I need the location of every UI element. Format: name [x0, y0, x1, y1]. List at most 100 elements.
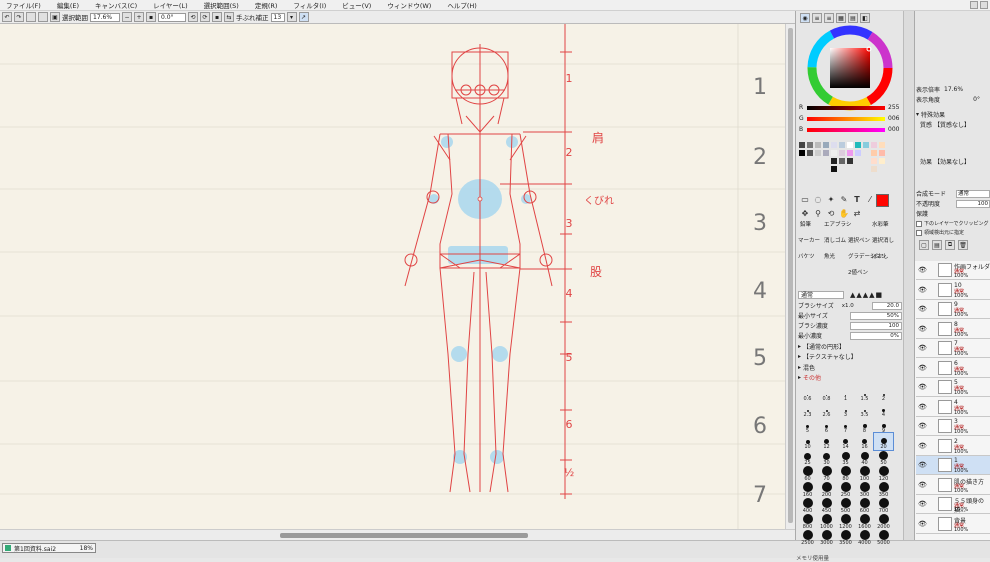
brush-size-preset[interactable]: 3500 [836, 529, 855, 546]
brush-size-preset[interactable]: 4000 [855, 529, 874, 546]
brush-size-preset[interactable]: 1600 [855, 513, 874, 530]
layer-row[interactable]: 👁 7 通常 100% [916, 339, 990, 358]
close-button[interactable] [980, 1, 988, 9]
source-row[interactable]: 領域検出元に指定 [916, 228, 990, 237]
invert-selection-icon[interactable] [38, 12, 48, 22]
brush-size-preset[interactable]: 25 [798, 449, 817, 466]
other-label[interactable]: その他 [803, 373, 821, 382]
visibility-eye-icon[interactable]: 👁 [918, 383, 927, 391]
brush-size-multiplier[interactable]: x1.0 [842, 303, 854, 309]
brush-size-preset[interactable]: 12 [817, 433, 836, 450]
visibility-eye-icon[interactable]: 👁 [918, 364, 927, 372]
rotation-field[interactable]: 0.0° [158, 12, 186, 22]
visibility-eye-icon[interactable]: 👁 [918, 442, 927, 450]
horizontal-scroll-thumb[interactable] [280, 533, 528, 538]
zoom-in-icon[interactable]: + [134, 12, 144, 22]
menu-edit[interactable]: 編集(E) [57, 0, 79, 10]
layer-texture-value[interactable]: 【質感なし】 [934, 120, 970, 129]
red-value[interactable]: 255 [888, 104, 899, 111]
horizontal-scrollbar[interactable] [0, 529, 795, 540]
clip-label[interactable]: 下のレイヤーでクリッピング [924, 220, 989, 227]
minimize-button[interactable] [970, 1, 978, 9]
brush-tool-grid[interactable]: 鉛筆 エアブラシ 水彩筆 マーカー 消しゴム 選択ペン 選択消し バケツ 魚光 … [798, 220, 896, 286]
brush-size-preset[interactable]: 200 [817, 481, 836, 498]
brush-size-preset[interactable]: 100 [855, 465, 874, 482]
flip-horizontal-icon[interactable]: ⇆ [224, 12, 234, 22]
brush-shape-label[interactable]: 【通常の円形】 [803, 342, 845, 351]
layer-row[interactable]: 👁 1 通常 100% [916, 456, 990, 475]
brush-size-preset[interactable]: 6 [817, 417, 836, 434]
tool-glow[interactable]: 魚光 [824, 252, 835, 260]
red-slider[interactable] [807, 105, 885, 110]
texture-row[interactable]: ▸ 【テクスチャなし】 [798, 352, 902, 361]
panel-divider[interactable] [903, 11, 914, 540]
display-zoom-value[interactable]: 17.6% [944, 86, 963, 93]
density-value[interactable]: 100 [850, 321, 902, 330]
layer-row[interactable]: 👁 10 通常 100% [916, 280, 990, 300]
brush-size-preset[interactable]: 50 [874, 449, 893, 466]
visibility-eye-icon[interactable]: 👁 [918, 266, 927, 274]
brush-size-preset[interactable]: 250 [836, 481, 855, 498]
layer-row[interactable]: 👁 8 通常 100% [916, 319, 990, 339]
layer-row[interactable]: 👁 4 通常 100% [916, 397, 990, 417]
pressure-toggle-icon[interactable]: ↗ [298, 12, 309, 22]
brush-size-preset[interactable]: 400 [798, 497, 817, 514]
brush-size-preset[interactable]: 350 [874, 481, 893, 498]
visibility-eye-icon[interactable]: 👁 [918, 520, 927, 528]
layer-blend-value[interactable]: 通常 [956, 189, 990, 198]
scratchpad-mode-icon[interactable]: ▤ [848, 13, 858, 23]
menu-help[interactable]: ヘルプ(H) [447, 0, 476, 10]
layer-opacity-value[interactable]: 100 [956, 199, 990, 208]
tool-bucket[interactable]: バケツ [798, 252, 815, 260]
tool-select-pen[interactable]: 選択ペン [848, 236, 870, 244]
brush-size-preset[interactable]: 700 [874, 497, 893, 514]
vertical-scrollbar[interactable] [785, 24, 795, 529]
brush-size-preset[interactable]: 7 [836, 417, 855, 434]
visibility-eye-icon[interactable]: 👁 [918, 344, 927, 352]
brush-size-preset[interactable]: 8 [855, 417, 874, 434]
visibility-eye-icon[interactable]: 👁 [918, 286, 927, 294]
vertical-scroll-thumb[interactable] [788, 28, 793, 523]
brush-size-preset[interactable]: 3.5 [855, 401, 874, 418]
menu-view[interactable]: ビュー(V) [342, 0, 371, 10]
tool-airbrush[interactable]: エアブラシ [824, 220, 851, 228]
layer-row[interactable]: 👁 3 通常 100% [916, 417, 990, 436]
menu-canvas[interactable]: キャンバス(C) [95, 0, 137, 10]
brush-texture-label[interactable]: 【テクスチャなし】 [803, 352, 857, 361]
brush-size-preset[interactable]: 4 [874, 401, 893, 418]
brush-size-preset[interactable]: 3000 [817, 529, 836, 546]
blue-slider[interactable] [807, 127, 885, 132]
zoom-field[interactable]: 17.6% [90, 12, 120, 22]
mix-row[interactable]: ▸ 混色 [798, 363, 902, 372]
blue-value[interactable]: 000 [888, 126, 899, 133]
text-tool-icon[interactable]: T [852, 194, 862, 204]
rotate-reset-icon[interactable]: ▪ [212, 12, 222, 22]
clip-checkbox[interactable] [916, 220, 922, 227]
zoom-out-icon[interactable]: − [122, 12, 132, 22]
layer-row[interactable]: 👁 作画フォルダ 通常 100% [916, 261, 990, 280]
clip-row[interactable]: 下のレイヤーでクリッピング [916, 219, 990, 228]
brush-size-preset[interactable]: 0.6 [798, 385, 817, 402]
menu-filter[interactable]: フィルタ(I) [293, 0, 326, 10]
layer-row[interactable]: 👁 2 通常 100% [916, 436, 990, 456]
swap-color-icon[interactable]: ⇄ [852, 208, 862, 218]
brush-size-preset[interactable]: 3 [836, 401, 855, 418]
menu-file[interactable]: ファイル(F) [6, 0, 41, 10]
tool-pencil[interactable]: 鉛筆 [800, 220, 811, 228]
brush-size-preset[interactable]: 300 [855, 481, 874, 498]
rotate-left-icon[interactable]: ⟲ [188, 12, 198, 22]
brush-size-preset[interactable]: 5 [798, 417, 817, 434]
swatch-grid[interactable] [799, 142, 895, 186]
brush-size-value[interactable]: 20.0 [872, 301, 902, 310]
tool-watercolor[interactable]: 水彩筆 [872, 220, 889, 228]
brush-size-preset[interactable]: 16 [855, 433, 874, 450]
brush-size-preset[interactable]: 1.5 [855, 385, 874, 402]
mix-label[interactable]: 混色 [803, 363, 815, 372]
document-tab[interactable]: 第1回資料.sai2 18% [2, 543, 96, 553]
deselect-icon[interactable] [26, 12, 36, 22]
brush-size-preset[interactable]: 120 [874, 465, 893, 482]
brush-size-preset[interactable]: 500 [836, 497, 855, 514]
brush-size-preset[interactable]: 1 [836, 385, 855, 402]
visibility-eye-icon[interactable]: 👁 [918, 403, 927, 411]
brush-size-preset[interactable]: 2500 [798, 529, 817, 546]
